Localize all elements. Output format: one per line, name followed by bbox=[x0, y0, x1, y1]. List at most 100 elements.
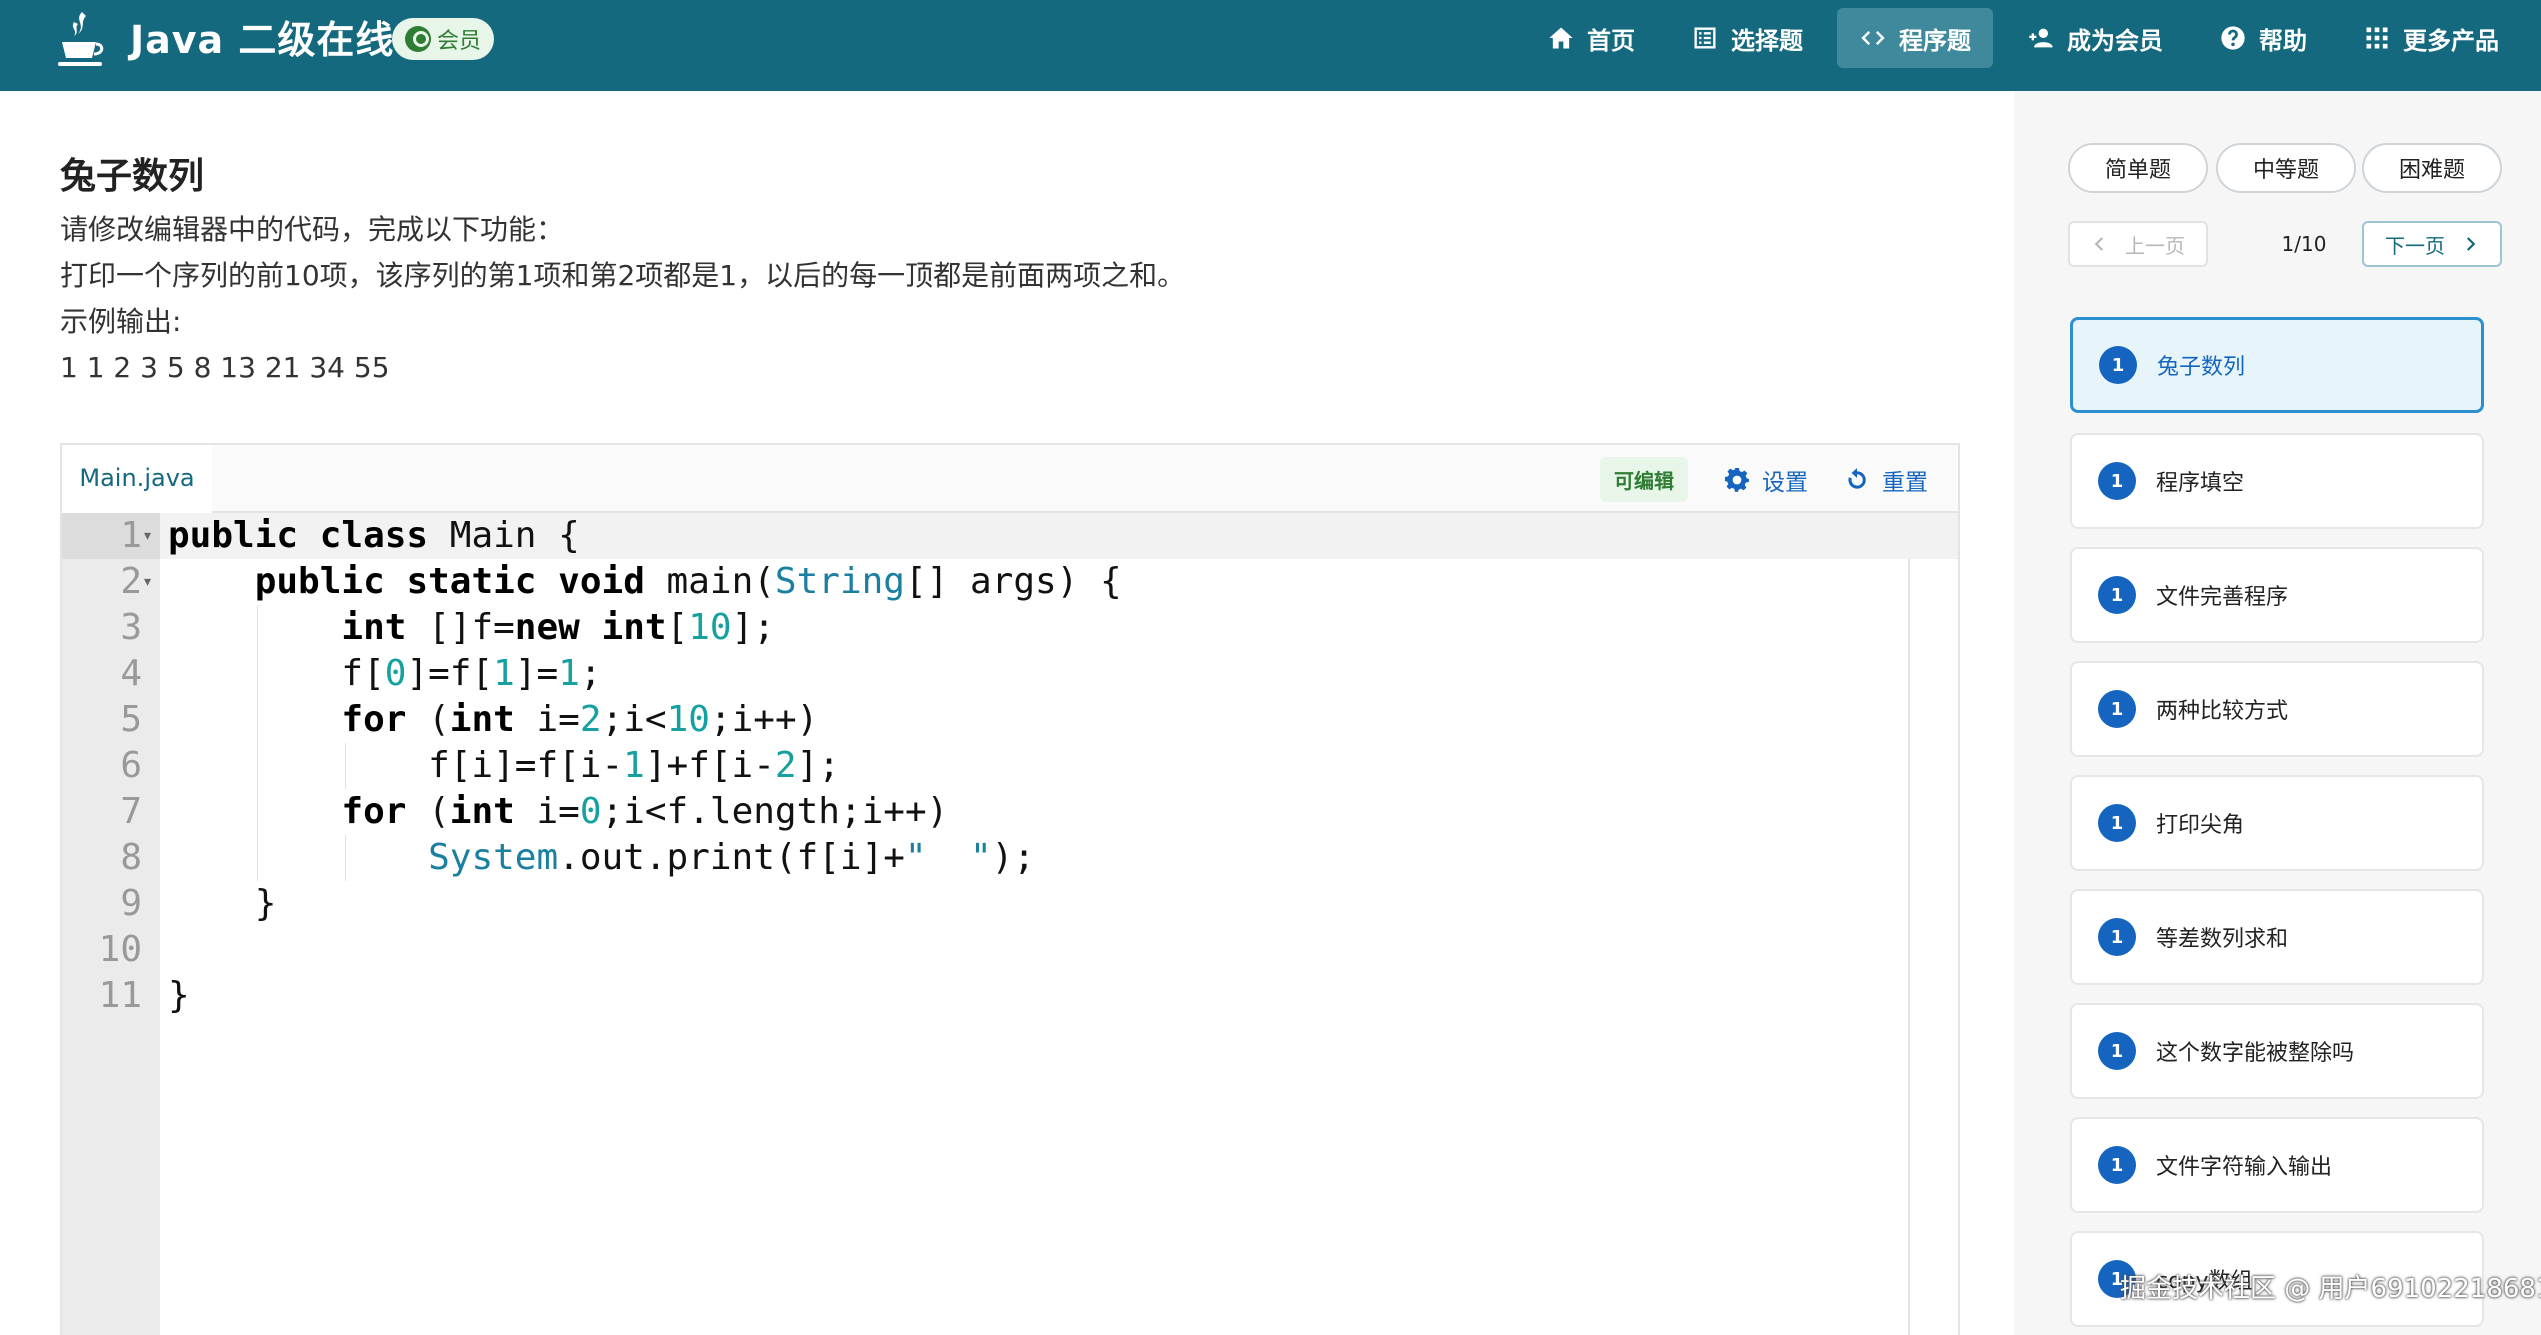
code-line: f[0]=f[1]=1; bbox=[168, 653, 602, 694]
question-number: 1 bbox=[2098, 1032, 2136, 1070]
settings-button[interactable]: 设置 bbox=[1724, 463, 1808, 497]
line-number: 4 bbox=[120, 653, 142, 694]
fold-arrow-icon[interactable]: ▾ bbox=[144, 559, 151, 605]
reset-button[interactable]: 重置 bbox=[1844, 463, 1928, 497]
code-line: public static void main(String[] args) { bbox=[254, 561, 1122, 602]
code-line: f[i]=f[i-1]+f[i-2]; bbox=[168, 745, 840, 786]
prev-page-button[interactable]: 上一页 bbox=[2068, 221, 2208, 267]
difficulty-hard-button[interactable]: 困难题 bbox=[2362, 143, 2502, 193]
question-number: 1 bbox=[2098, 918, 2136, 956]
editor-margin-line bbox=[1908, 559, 1910, 1335]
home-icon bbox=[1549, 27, 1573, 49]
vip-label: 会员 bbox=[436, 29, 481, 54]
code-area[interactable]: 1 2 3 4 5 6 7 8 9 10 11 ▾ ▾ public class… bbox=[62, 513, 1958, 1335]
reset-label: 重置 bbox=[1882, 469, 1928, 496]
problem-description: 请修改编辑器中的代码，完成以下功能： 打印一个序列的前10项，该序列的第1项和第… bbox=[60, 207, 1185, 391]
nav-program[interactable]: 程序题 bbox=[1837, 8, 1993, 68]
question-item[interactable]: 1 兔子数列 bbox=[2070, 317, 2484, 413]
desc-line: 打印一个序列的前10项，该序列的第1项和第2项都是1，以后的每一顶都是前面两项之… bbox=[60, 259, 1186, 292]
question-title: 文件字符输入输出 bbox=[2156, 1155, 2333, 1180]
question-number: 1 bbox=[2098, 1146, 2136, 1184]
vip-badge[interactable]: 会员 bbox=[392, 18, 494, 60]
nav-home-label: 首页 bbox=[1587, 26, 1635, 55]
question-item[interactable]: 1 这个数字能被整除吗 bbox=[2070, 1003, 2484, 1099]
next-page-label: 下一页 bbox=[2385, 233, 2445, 258]
nav-choice-label: 选择题 bbox=[1731, 26, 1803, 55]
editor-toolbar: 可编辑 设置 重置 bbox=[1600, 457, 1928, 502]
nav-help[interactable]: 帮助 bbox=[2197, 8, 2329, 68]
reset-icon bbox=[1848, 467, 1866, 489]
nav-program-label: 程序题 bbox=[1899, 26, 1971, 55]
question-number: 1 bbox=[2098, 690, 2136, 728]
nav-more-products[interactable]: 更多产品 bbox=[2341, 8, 2521, 68]
question-number: 1 bbox=[2099, 346, 2137, 384]
file-tab-main-java[interactable]: Main.java bbox=[62, 445, 212, 513]
question-title: 文件完善程序 bbox=[2156, 585, 2289, 610]
question-title: 兔子数列 bbox=[2157, 355, 2246, 380]
line-number: 3 bbox=[120, 607, 142, 648]
question-item[interactable]: 1 文件字符输入输出 bbox=[2070, 1117, 2484, 1213]
next-page-button[interactable]: 下一页 bbox=[2362, 221, 2502, 267]
nav-choice[interactable]: 选择题 bbox=[1669, 8, 1825, 68]
nav-membership-label: 成为会员 bbox=[2067, 26, 2163, 55]
question-item[interactable]: 1 两种比较方式 bbox=[2070, 661, 2484, 757]
settings-label: 设置 bbox=[1762, 469, 1808, 496]
nav-more-products-label: 更多产品 bbox=[2403, 26, 2499, 55]
code-content[interactable]: public class Main { public static void m… bbox=[168, 513, 1122, 1019]
page-indicator: 1/10 bbox=[2281, 232, 2327, 256]
nav-help-label: 帮助 bbox=[2259, 26, 2307, 55]
problem-panel: 兔子数列 请修改编辑器中的代码，完成以下功能： 打印一个序列的前10项，该序列的… bbox=[60, 91, 1960, 1335]
code-line: int []f=new int[10]; bbox=[341, 607, 775, 648]
question-title: 等差数列求和 bbox=[2156, 927, 2289, 952]
desc-line: 1 1 2 3 5 8 13 21 34 55 bbox=[60, 351, 390, 384]
editable-badge: 可编辑 bbox=[1600, 457, 1688, 502]
line-number: 8 bbox=[120, 837, 142, 878]
grid-icon bbox=[2366, 27, 2388, 49]
line-number: 1 bbox=[120, 515, 142, 556]
code-line: } bbox=[168, 883, 277, 924]
chevron-left-icon bbox=[2094, 237, 2104, 251]
java-logo-icon[interactable] bbox=[52, 8, 108, 72]
code-line: public class Main { bbox=[168, 515, 580, 556]
desc-line: 示例输出: bbox=[60, 305, 182, 338]
question-title: 程序填空 bbox=[2156, 471, 2245, 496]
line-number: 2 bbox=[120, 561, 142, 602]
line-number: 11 bbox=[98, 975, 142, 1016]
line-number: 5 bbox=[120, 699, 142, 740]
line-number: 6 bbox=[120, 745, 142, 786]
nav-home[interactable]: 首页 bbox=[1525, 8, 1657, 68]
question-item[interactable]: 1 文件完善程序 bbox=[2070, 547, 2484, 643]
question-title: 打印尖角 bbox=[2156, 813, 2245, 838]
fold-arrow-icon[interactable]: ▾ bbox=[144, 513, 151, 559]
problem-title: 兔子数列 bbox=[60, 156, 205, 197]
line-number: 7 bbox=[120, 791, 142, 832]
difficulty-easy-button[interactable]: 简单题 bbox=[2068, 143, 2208, 193]
vip-icon bbox=[404, 26, 431, 52]
question-sidebar: 简单题 中等题 困难题 上一页 1/10 下一页 1 兔子数列 1 程序填空 1… bbox=[2014, 91, 2541, 1335]
code-line: for (int i=0;i<f.length;i++) bbox=[341, 791, 949, 832]
difficulty-medium-button[interactable]: 中等题 bbox=[2216, 143, 2356, 193]
question-item[interactable]: 1 程序填空 bbox=[2070, 433, 2484, 529]
app-title[interactable]: Java 二级在线 bbox=[130, 16, 394, 64]
main-nav: 首页 选择题 程序题 成为会员 帮助 更多产品 bbox=[1525, 8, 2521, 68]
gear-icon bbox=[1724, 467, 1749, 492]
question-number: 1 bbox=[2098, 576, 2136, 614]
watermark: 掘金技术社区 @ 用户69102218681 bbox=[2120, 1274, 2541, 1304]
question-item[interactable]: 1 等差数列求和 bbox=[2070, 889, 2484, 985]
question-number: 1 bbox=[2098, 804, 2136, 842]
nav-membership[interactable]: 成为会员 bbox=[2005, 8, 2185, 68]
desc-line: 请修改编辑器中的代码，完成以下功能： bbox=[60, 213, 565, 246]
help-icon bbox=[2221, 26, 2245, 50]
line-number: 9 bbox=[120, 883, 142, 924]
prev-page-label: 上一页 bbox=[2125, 233, 2185, 258]
question-item[interactable]: 1 打印尖角 bbox=[2070, 775, 2484, 871]
code-line: for (int i=2;i<10;i++) bbox=[341, 699, 819, 740]
question-title: 这个数字能被整除吗 bbox=[2156, 1041, 2355, 1066]
editor-tab-bar: Main.java 可编辑 设置 重置 bbox=[62, 445, 1958, 513]
question-number: 1 bbox=[2098, 462, 2136, 500]
list-icon bbox=[1694, 27, 1716, 49]
top-bar: Java 二级在线 会员 首页 选择题 程序题 成为会员 帮助 更多产品 bbox=[0, 0, 2541, 91]
user-plus-icon bbox=[2029, 28, 2053, 48]
code-icon bbox=[1861, 31, 1885, 45]
